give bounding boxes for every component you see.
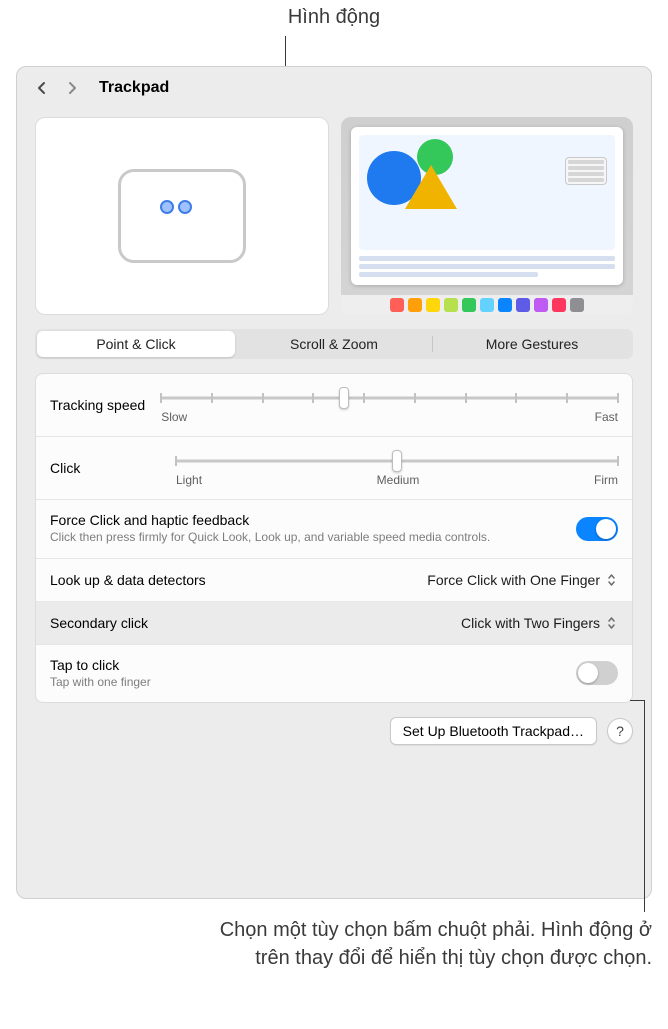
lookup-label: Look up & data detectors [50, 572, 206, 588]
row-tracking-speed: Tracking speed Slow Fast [36, 374, 632, 437]
row-secondary-click: Secondary click Click with Two Fingers [36, 602, 632, 645]
row-force-click: Force Click and haptic feedback Click th… [36, 500, 632, 559]
callout-bottom-label: Chọn một tùy chọn bấm chuột phải. Hình đ… [205, 916, 652, 972]
slider-mid-label: Medium [377, 473, 420, 487]
dock-app-icon [552, 298, 566, 312]
dock-app-icon [516, 298, 530, 312]
click-slider[interactable] [176, 449, 618, 473]
row-click: Click Light Medium Firm [36, 437, 632, 500]
tab-more-gestures[interactable]: More Gestures [433, 331, 631, 357]
tracking-speed-slider[interactable] [161, 386, 618, 410]
preview-row [17, 103, 651, 325]
trackpad-animation [35, 117, 329, 315]
force-click-toggle[interactable] [576, 517, 618, 541]
slider-max-label: Fast [595, 410, 618, 424]
trackpad-shape [118, 169, 246, 263]
callout-bottom-line [644, 700, 645, 912]
dock-preview [341, 295, 633, 315]
dock-app-icon [444, 298, 458, 312]
tab-group: Point & ClickScroll & ZoomMore Gestures [35, 329, 633, 359]
lookup-value: Force Click with One Finger [427, 572, 600, 588]
dock-app-icon [408, 298, 422, 312]
tap-to-click-desc: Tap with one finger [50, 675, 151, 691]
slider-min-label: Light [176, 473, 202, 487]
context-menu-icon [565, 157, 607, 185]
callout-top-label: Hình động [0, 6, 668, 29]
finger-dot-icon [160, 200, 174, 214]
tap-to-click-label: Tap to click [50, 657, 151, 673]
tap-to-click-toggle[interactable] [576, 661, 618, 685]
popup-chevrons-icon [604, 571, 618, 589]
tab-point-click[interactable]: Point & Click [37, 331, 235, 357]
click-label: Click [50, 460, 160, 476]
tracking-speed-label: Tracking speed [50, 397, 145, 413]
secondary-click-value: Click with Two Fingers [461, 615, 600, 631]
desktop-animation [341, 117, 633, 315]
dock-app-icon [570, 298, 584, 312]
tab-scroll-zoom[interactable]: Scroll & Zoom [235, 331, 433, 357]
shape-triangle-icon [405, 165, 457, 209]
secondary-click-label: Secondary click [50, 615, 148, 631]
lookup-popup[interactable]: Force Click with One Finger [427, 571, 618, 589]
slider-min-label: Slow [161, 410, 187, 424]
slider-max-label: Firm [594, 473, 618, 487]
back-button[interactable] [31, 77, 53, 99]
row-lookup: Look up & data detectors Force Click wit… [36, 559, 632, 602]
forward-button[interactable] [61, 77, 83, 99]
dock-app-icon [498, 298, 512, 312]
secondary-click-popup[interactable]: Click with Two Fingers [461, 614, 618, 632]
bottom-bar: Set Up Bluetooth Trackpad… ? [17, 703, 651, 759]
titlebar: Trackpad [17, 67, 651, 103]
page-title: Trackpad [99, 79, 169, 97]
settings-list: Tracking speed Slow Fast Click Light [35, 373, 633, 703]
dock-app-icon [390, 298, 404, 312]
finger-dot-icon [178, 200, 192, 214]
settings-window: Trackpad [16, 66, 652, 899]
popup-chevrons-icon [604, 614, 618, 632]
dock-app-icon [534, 298, 548, 312]
setup-bluetooth-button[interactable]: Set Up Bluetooth Trackpad… [390, 717, 597, 745]
dock-app-icon [426, 298, 440, 312]
force-click-desc: Click then press firmly for Quick Look, … [50, 530, 564, 546]
dock-app-icon [480, 298, 494, 312]
dock-app-icon [462, 298, 476, 312]
force-click-label: Force Click and haptic feedback [50, 512, 564, 528]
help-button[interactable]: ? [607, 718, 633, 744]
row-tap-to-click: Tap to click Tap with one finger [36, 645, 632, 703]
